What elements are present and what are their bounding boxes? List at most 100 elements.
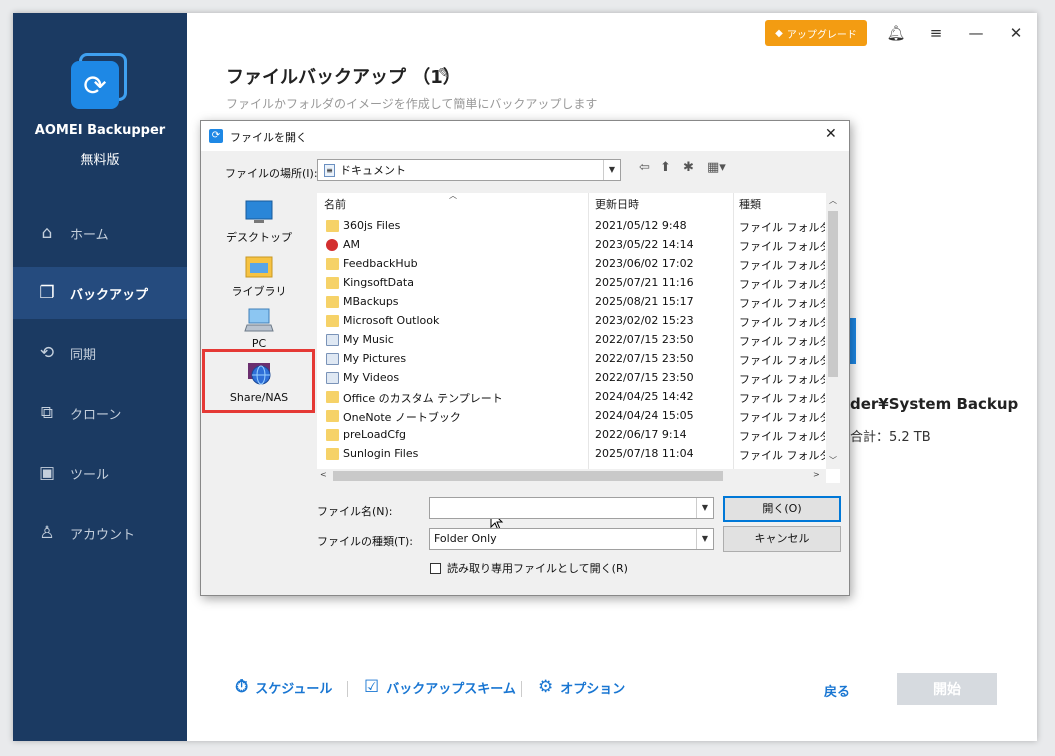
close-icon[interactable]: ✕ xyxy=(825,126,837,142)
app-logo: ⟳ xyxy=(71,53,129,111)
file-row[interactable]: My Videos 2022/07/15 23:50 ファイル フォルダー xyxy=(317,369,825,388)
scroll-thumb[interactable] xyxy=(828,211,838,377)
divider xyxy=(521,681,522,697)
location-value: ドキュメント xyxy=(340,164,406,177)
file-date: 2024/04/24 15:05 xyxy=(595,409,694,422)
scheme-label: バックアップスキーム xyxy=(386,681,516,697)
filetype-value: Folder Only xyxy=(434,532,497,545)
column-header-type[interactable]: 種類 xyxy=(739,195,761,215)
view-menu-icon[interactable]: ▦▾ xyxy=(707,160,726,175)
app-edition: 無料版 xyxy=(80,153,120,168)
backup-scheme-link[interactable]: ☑ バックアップスキーム xyxy=(364,677,516,697)
file-row[interactable]: AM 2023/05/22 14:14 ファイル フォルダー xyxy=(317,236,825,255)
home-icon: ⌂ xyxy=(41,223,53,243)
destination-path: der¥System Backup xyxy=(850,395,1019,413)
menu-icon[interactable]: ≡ xyxy=(926,23,946,43)
options-link[interactable]: ⚙ オプション xyxy=(538,677,625,697)
file-type: ファイル フォルダー xyxy=(739,335,825,348)
nav-item-tools[interactable]: ▣ ツール xyxy=(13,447,187,499)
nav-item-home[interactable]: ⌂ ホーム xyxy=(13,207,187,259)
place-label: デスクトップ xyxy=(226,231,292,244)
file-row[interactable]: OneNote ノートブック 2024/04/24 15:05 ファイル フォルダー xyxy=(317,407,825,426)
file-date: 2023/02/02 15:23 xyxy=(595,314,694,327)
chevron-down-icon[interactable]: ▼ xyxy=(603,160,620,180)
nav-item-account[interactable]: ♙ アカウント xyxy=(13,507,187,559)
place-desktop[interactable]: デスクトップ xyxy=(203,199,315,245)
open-button[interactable]: 開く(O) xyxy=(723,496,841,522)
file-date: 2022/07/15 23:50 xyxy=(595,333,694,346)
place-pc[interactable]: PC xyxy=(203,307,315,350)
file-type: ファイル フォルダー xyxy=(739,392,825,405)
file-row[interactable]: 360js Files 2021/05/12 9:48 ファイル フォルダー xyxy=(317,217,825,236)
checkbox-box[interactable] xyxy=(430,562,441,574)
library-icon xyxy=(245,256,273,278)
column-header-date[interactable]: 更新日時 xyxy=(595,195,639,215)
filetype-select[interactable]: Folder Only ▼ xyxy=(429,528,714,550)
nav-item-clone[interactable]: ⧉ クローン xyxy=(13,387,187,439)
place-library[interactable]: ライブラリ xyxy=(203,253,315,299)
destination-total: 合計：5.2 TB xyxy=(850,430,931,445)
back-button[interactable]: 戻る xyxy=(824,681,850,700)
app-name: AOMEI Backupper xyxy=(34,123,166,138)
file-name: KingsoftData xyxy=(343,276,414,289)
chevron-down-icon[interactable]: ▼ xyxy=(696,529,713,549)
horizontal-scrollbar[interactable]: < > xyxy=(317,469,826,483)
file-date: 2022/06/17 9:14 xyxy=(595,428,687,441)
file-date: 2025/07/18 11:04 xyxy=(595,447,694,460)
file-date: 2022/07/15 23:50 xyxy=(595,371,694,384)
folder-icon xyxy=(326,429,339,441)
vertical-scrollbar[interactable]: ︿ ﹀ xyxy=(826,193,840,469)
start-button[interactable]: 開始 xyxy=(897,673,997,705)
pc-icon xyxy=(244,308,274,332)
back-arrow-icon[interactable]: ⇦ xyxy=(639,160,650,175)
scroll-right-icon[interactable]: > xyxy=(813,470,820,479)
filename-label: ファイル名(N): xyxy=(317,505,393,518)
file-row[interactable]: KingsoftData 2025/07/21 11:16 ファイル フォルダー xyxy=(317,274,825,293)
file-row[interactable]: Sunlogin Files 2025/07/18 11:04 ファイル フォルダー xyxy=(317,445,825,464)
bell-icon[interactable]: 🔔︎ xyxy=(886,23,906,43)
file-row[interactable]: FeedbackHub 2023/06/02 17:02 ファイル フォルダー xyxy=(317,255,825,274)
tools-icon: ▣ xyxy=(38,463,56,483)
readonly-checkbox[interactable]: 読み取り専用ファイルとして開く(R) xyxy=(430,560,628,576)
clone-icon: ⧉ xyxy=(40,403,54,423)
destination-card-edge xyxy=(850,318,856,364)
file-name: My Music xyxy=(343,333,394,346)
file-row[interactable]: Office のカスタム テンプレート 2024/04/25 14:42 ファイル … xyxy=(317,388,825,407)
scroll-left-icon[interactable]: < xyxy=(320,470,327,479)
upgrade-button[interactable]: ◆ アップグレード xyxy=(765,20,867,46)
filename-input[interactable]: ▼ xyxy=(429,497,714,519)
sync-icon: ⟲ xyxy=(39,343,55,363)
file-name: Microsoft Outlook xyxy=(343,314,440,327)
diamond-icon: ◆ xyxy=(775,27,783,39)
file-open-dialog: ⟳ ファイルを開く ✕ ファイルの場所(I): ≡ ドキュメント ▼ ⇦ ⬆ ✱… xyxy=(200,120,850,596)
new-folder-icon[interactable]: ✱ xyxy=(683,160,694,175)
page-subtitle: ファイルかフォルダのイメージを作成して簡単にバックアップします xyxy=(226,97,598,111)
file-row[interactable]: My Music 2022/07/15 23:50 ファイル フォルダー xyxy=(317,331,825,350)
file-type: ファイル フォルダー xyxy=(739,221,825,234)
cancel-button[interactable]: キャンセル xyxy=(723,526,841,552)
scroll-down-icon[interactable]: ﹀ xyxy=(829,455,837,466)
file-list[interactable]: 名前 ︿ 更新日時 種類 360js Files 2021/05/12 9:48 フ… xyxy=(317,191,840,483)
column-header-name[interactable]: 名前 xyxy=(324,195,346,215)
edit-pencil-icon[interactable]: ✎ xyxy=(438,66,450,82)
up-folder-icon[interactable]: ⬆ xyxy=(660,160,671,175)
file-type: ファイル フォルダー xyxy=(739,240,825,253)
location-combo[interactable]: ≡ ドキュメント ▼ xyxy=(317,159,621,181)
nav-item-backup[interactable]: ❐ バックアップ xyxy=(13,267,187,319)
scroll-up-icon[interactable]: ︿ xyxy=(829,195,837,206)
minimize-icon[interactable]: — xyxy=(966,23,986,43)
file-row[interactable]: My Pictures 2022/07/15 23:50 ファイル フォルダー xyxy=(317,350,825,369)
chevron-down-icon[interactable]: ▼ xyxy=(696,498,713,518)
file-row[interactable]: preLoadCfg 2022/06/17 9:14 ファイル フォルダー xyxy=(317,426,825,445)
schedule-link[interactable]: ⏱ スケジュール xyxy=(235,677,332,697)
close-icon[interactable]: ✕ xyxy=(1006,23,1026,43)
file-type: ファイル フォルダー xyxy=(739,373,825,386)
file-row[interactable]: Microsoft Outlook 2023/02/02 15:23 ファイル フォ… xyxy=(317,312,825,331)
file-name: Office のカスタム テンプレート xyxy=(343,392,503,405)
nav-item-label: アカウント xyxy=(70,527,136,543)
file-row[interactable]: MBackups 2025/08/21 15:17 ファイル フォルダー xyxy=(317,293,825,312)
nav-item-sync[interactable]: ⟲ 同期 xyxy=(13,327,187,379)
file-name: Sunlogin Files xyxy=(343,447,419,460)
file-type: ファイル フォルダー xyxy=(739,411,825,424)
scroll-thumb[interactable] xyxy=(333,471,723,481)
